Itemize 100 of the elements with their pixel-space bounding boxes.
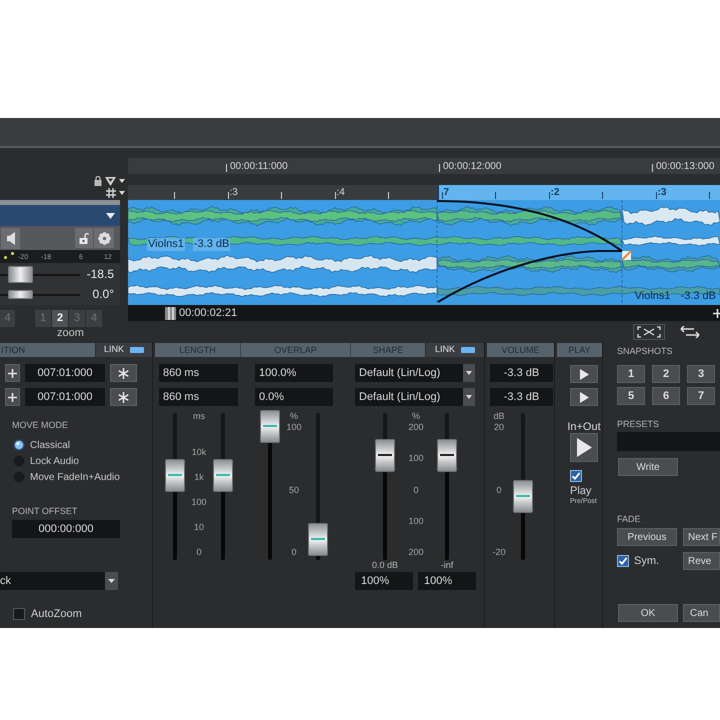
lock-button[interactable]: [75, 228, 93, 248]
gear-icon: [96, 230, 112, 246]
track-header[interactable]: [0, 205, 120, 226]
link-toggle[interactable]: LINK: [96, 343, 152, 357]
caret-icon[interactable]: [119, 191, 125, 195]
add-button[interactable]: [5, 364, 20, 382]
fade-handle-icon[interactable]: [621, 250, 632, 261]
caret-icon: [466, 395, 472, 399]
checkbox-icon[interactable]: [13, 608, 25, 620]
play-icon: [580, 368, 588, 380]
fader-thumb[interactable]: [260, 410, 280, 443]
reverse-button[interactable]: Reve: [683, 552, 720, 570]
swap-arrows-icon[interactable]: [680, 326, 700, 338]
section-label: SNAPSHOTS: [617, 346, 673, 356]
scale-label: 200: [408, 547, 424, 557]
fader-thumb[interactable]: [375, 439, 395, 472]
fader-thumb[interactable]: [308, 523, 328, 556]
grid-icon[interactable]: [106, 188, 116, 198]
offset-field[interactable]: 000:00:000: [12, 520, 120, 538]
snapshot-button[interactable]: 3: [687, 365, 715, 383]
time-field[interactable]: 007:01:000: [25, 364, 105, 382]
radio-option[interactable]: Classical: [13, 437, 70, 453]
curve-dropdown[interactable]: Default (Lin/Log): [355, 388, 475, 406]
value-field[interactable]: 860 ms: [159, 388, 238, 406]
slider-track[interactable]: [0, 266, 80, 282]
expand-icon[interactable]: [633, 324, 665, 340]
next-button[interactable]: Next F: [683, 528, 720, 546]
scale-label: -20: [492, 547, 506, 557]
checkbox-icon[interactable]: [570, 470, 582, 482]
link-toggle[interactable]: LINK: [426, 343, 484, 357]
funnel-icon[interactable]: [105, 176, 116, 186]
fade-in-curve[interactable]: [438, 250, 622, 303]
plus-icon: [8, 368, 17, 378]
dropdown-button[interactable]: [463, 364, 475, 382]
column-header: LENGTH: [155, 343, 240, 357]
play-button[interactable]: [570, 388, 598, 406]
caret-icon[interactable]: [106, 212, 115, 218]
value-field[interactable]: -3.3 dB: [490, 364, 553, 382]
checkbox[interactable]: Sym.: [617, 552, 683, 570]
fader-reading: 0.0 dB: [370, 560, 400, 570]
time-label: 00:00:11:000: [230, 160, 288, 174]
value-field[interactable]: 0.0%: [255, 388, 333, 406]
snapshot-button[interactable]: 6: [652, 387, 680, 405]
previous-button[interactable]: Previous: [617, 528, 677, 546]
dropdown-button[interactable]: [463, 388, 475, 406]
caret-icon: [108, 579, 115, 583]
snapshot-button[interactable]: 5: [617, 387, 645, 405]
dropdown[interactable]: ck: [0, 572, 118, 590]
write-button[interactable]: Write: [618, 458, 678, 476]
add-button[interactable]: [5, 388, 20, 406]
time-field[interactable]: 007:01:000: [25, 388, 105, 406]
fader-thumb[interactable]: [437, 439, 457, 472]
scale-label: 0: [413, 484, 418, 494]
play-icon: [580, 392, 588, 402]
settings-button[interactable]: [94, 228, 114, 248]
slider-thumb[interactable]: [8, 290, 34, 298]
dialog-button[interactable]: Can: [683, 604, 720, 622]
cursor-time: 00:00:02:21: [179, 306, 238, 321]
fader-thumb[interactable]: [513, 480, 533, 514]
value-field[interactable]: 100.0%: [255, 364, 333, 382]
fader-thumb[interactable]: [165, 458, 185, 492]
padlock-icon[interactable]: [94, 176, 102, 186]
value-field[interactable]: 860 ms: [159, 364, 238, 382]
time-label: 00:00:13:000: [656, 160, 714, 174]
fade-out-curve[interactable]: [436, 200, 623, 252]
play-mode-label: In+Out: [566, 421, 602, 433]
checkbox[interactable]: AutoZoom: [13, 606, 82, 622]
dialog-button[interactable]: OK: [618, 604, 678, 622]
snapshot-button[interactable]: 7: [687, 387, 715, 405]
asterisk-icon: [118, 368, 129, 378]
play-button[interactable]: [570, 433, 598, 462]
checkbox-icon[interactable]: [617, 555, 629, 567]
radio-option[interactable]: Lock Audio: [13, 453, 79, 469]
curve-dropdown[interactable]: Default (Lin/Log): [355, 364, 475, 382]
asterisk-button[interactable]: [110, 388, 137, 406]
radio-option[interactable]: Move FadeIn+Audio: [13, 469, 120, 485]
radio-icon[interactable]: [13, 439, 25, 451]
bar-label: 7: [444, 186, 450, 198]
zoom-button[interactable]: 2: [52, 310, 68, 327]
clip-name: Violns1: [634, 290, 672, 303]
slider-thumb[interactable]: [8, 266, 34, 282]
time-label: 00:00:12:000: [443, 160, 502, 174]
play-button[interactable]: [570, 365, 598, 383]
column-header: OVERLAP: [240, 343, 350, 357]
caret-icon[interactable]: [119, 179, 125, 183]
value-field[interactable]: 100%: [418, 572, 476, 590]
asterisk-icon: [118, 392, 129, 402]
fader-thumb[interactable]: [213, 458, 233, 492]
value-field[interactable]: 100%: [355, 572, 413, 590]
presets-field[interactable]: [617, 432, 720, 451]
fader-track[interactable]: [260, 410, 280, 560]
snapshot-button[interactable]: 1: [617, 365, 645, 383]
dropdown-button[interactable]: [105, 572, 118, 590]
play-icon: [576, 438, 592, 457]
mute-button[interactable]: [1, 228, 20, 248]
snapshot-button[interactable]: 2: [652, 365, 680, 383]
value-field[interactable]: -3.3 dB: [490, 388, 553, 406]
plus-icon[interactable]: [713, 308, 720, 318]
bar-label: :3: [230, 186, 238, 198]
asterisk-button[interactable]: [110, 364, 137, 382]
